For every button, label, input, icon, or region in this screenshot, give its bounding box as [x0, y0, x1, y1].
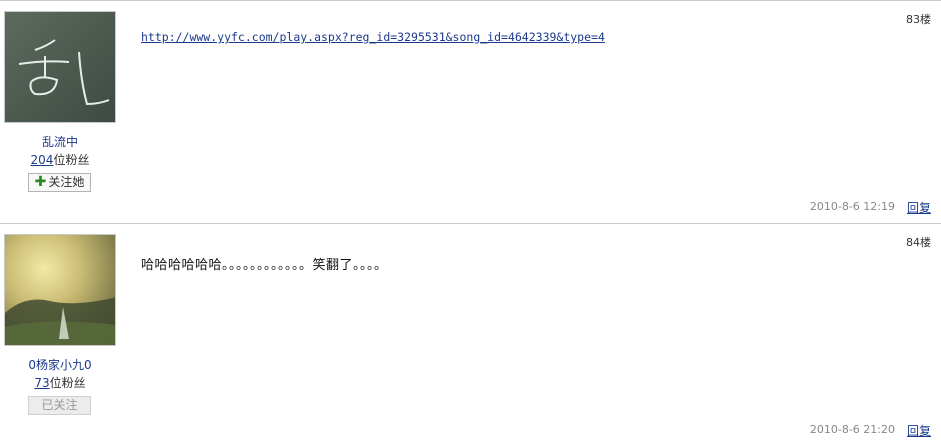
- post-divider: [0, 223, 941, 224]
- user-avatar[interactable]: [4, 11, 116, 123]
- fans-suffix: 位粉丝: [53, 153, 90, 167]
- fans-suffix: 位粉丝: [49, 376, 86, 390]
- follow-label: 关注她: [48, 175, 85, 189]
- post-divider: [0, 0, 941, 1]
- user-name[interactable]: 0杨家小九0: [0, 356, 120, 373]
- fans-count: 73位粉丝: [0, 374, 120, 391]
- follow-button[interactable]: ✚ 关注她: [28, 173, 91, 192]
- follow-label: 已关注: [41, 398, 78, 412]
- reply-button[interactable]: 回复: [907, 422, 931, 439]
- followed-button[interactable]: 已关注: [28, 396, 91, 415]
- fans-count: 204位粉丝: [0, 151, 120, 168]
- fans-number[interactable]: 73: [34, 376, 49, 390]
- post-content-text: 哈哈哈哈哈哈。。。。。。。。。。。。笑翻了。。。。: [141, 258, 388, 273]
- user-name[interactable]: 乱流中: [0, 133, 120, 150]
- fans-number[interactable]: 204: [31, 153, 54, 167]
- post-time: 2010-8-6 21:20: [809, 423, 895, 436]
- plus-icon: ✚: [34, 174, 47, 190]
- reply-button[interactable]: 回复: [907, 199, 931, 216]
- floor-number: 84楼: [906, 236, 931, 249]
- user-avatar[interactable]: [4, 234, 116, 346]
- post-content-link[interactable]: http://www.yyfc.com/play.aspx?reg_id=329…: [141, 30, 605, 44]
- post-time: 2010-8-6 12:19: [809, 200, 895, 213]
- floor-number: 83楼: [906, 13, 931, 26]
